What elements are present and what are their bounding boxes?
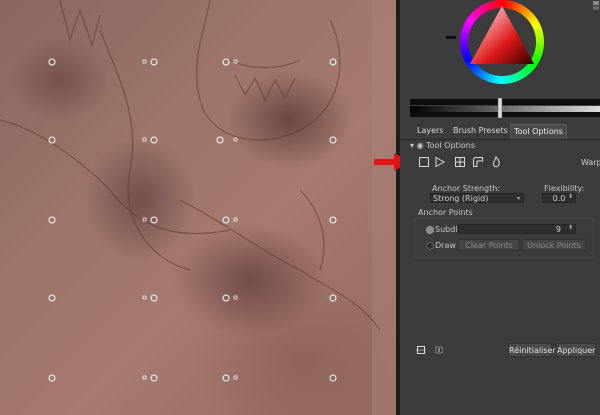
collapse-triangle-icon[interactable]: ▾ [410,141,414,150]
chevron-down-icon: ▾ [516,195,520,202]
warp-control-point[interactable] [150,294,158,302]
warp-control-point[interactable] [48,136,56,144]
warp-control-point[interactable] [216,136,224,144]
warp-control-point[interactable] [222,374,230,382]
draw-label: Draw [435,241,456,250]
overlay-toggle-icon[interactable] [434,345,444,355]
apply-button[interactable]: Appliquer [556,343,596,357]
perspective-icon[interactable] [434,156,446,168]
flexibility-spinbox[interactable]: 0.0 ⬍ [542,193,576,203]
tab-tool-options[interactable]: Tool Options [510,124,567,139]
stepper-arrows-icon[interactable]: ⬍ [568,223,573,233]
warp-control-point[interactable] [329,216,337,224]
color-selector-settings-icon[interactable] [592,0,600,12]
warp-icon[interactable] [454,156,466,168]
flexibility-label: Flexibility: [544,184,585,193]
subdivide-value: 9 [555,225,561,234]
tool-options-icon: ◉ [416,141,424,150]
subdivide-spinbox[interactable]: 9 ⬍ [458,224,576,234]
unlock-points-button[interactable]: Unlock Points [522,239,586,251]
right-docker-panel: Layers Brush Presets Tool Options ▾ ◉ To… [400,0,600,415]
stepper-arrows-icon[interactable]: ⬍ [568,192,573,202]
free-transform-icon[interactable] [418,156,430,168]
liquify-icon[interactable] [490,156,502,168]
warp-control-point[interactable] [48,294,56,302]
warp-grid-overlay[interactable] [0,0,398,415]
warp-control-point[interactable] [222,58,230,66]
warp-control-point[interactable] [329,374,337,382]
mode-label-warp: Warp [581,158,600,167]
value-slider [410,106,600,112]
docker-tabs: Layers Brush Presets Tool Options [400,124,600,140]
warp-handle[interactable] [233,217,238,222]
warp-handle[interactable] [142,375,147,380]
hue-indicator [446,36,456,39]
warp-control-point[interactable] [48,58,56,66]
draw-radio[interactable] [426,242,434,250]
warp-control-point[interactable] [222,216,230,224]
warp-control-point[interactable] [329,294,337,302]
warp-control-point[interactable] [48,216,56,224]
warp-handle[interactable] [233,137,238,142]
preview-toggle-icon[interactable] [416,345,426,355]
warp-control-point[interactable] [329,58,337,66]
warp-handle[interactable] [142,59,147,64]
advanced-color-selector[interactable] [410,0,600,118]
warp-handle[interactable] [233,295,238,300]
subdivide-radio[interactable] [426,226,434,234]
warp-control-point[interactable] [222,294,230,302]
tab-layers[interactable]: Layers [414,124,446,138]
warp-control-point[interactable] [150,374,158,382]
anchor-strength-select[interactable]: Strong (Rigid) ▾ [430,193,524,203]
canvas-area[interactable] [0,0,398,415]
tab-brush-presets[interactable]: Brush Presets [450,124,511,138]
warp-handle[interactable] [142,295,147,300]
anchor-strength-value: Strong (Rigid) [433,194,489,203]
anchor-points-label: Anchor Points [418,208,473,217]
tool-options-title: Tool Options [426,141,476,150]
color-swatch-bar [410,112,600,117]
cage-icon[interactable] [472,156,484,168]
clear-points-button[interactable]: Clear Points [458,239,520,251]
sketch-strokes [0,0,381,331]
warp-handle[interactable] [142,137,147,142]
tool-options-header[interactable]: ▾ ◉ Tool Options [410,140,475,152]
warp-control-point[interactable] [150,216,158,224]
warp-control-point[interactable] [150,58,158,66]
slider-handle [497,97,503,118]
warp-handle[interactable] [233,375,238,380]
warp-control-point[interactable] [150,136,158,144]
warp-control-point[interactable] [329,136,337,144]
warp-control-point[interactable] [48,374,56,382]
color-history-bar [410,99,600,105]
reset-button[interactable]: Réinitialiser [508,343,556,357]
anchor-strength-label: Anchor Strength: [432,184,501,193]
flexibility-value: 0.0 [552,194,566,203]
